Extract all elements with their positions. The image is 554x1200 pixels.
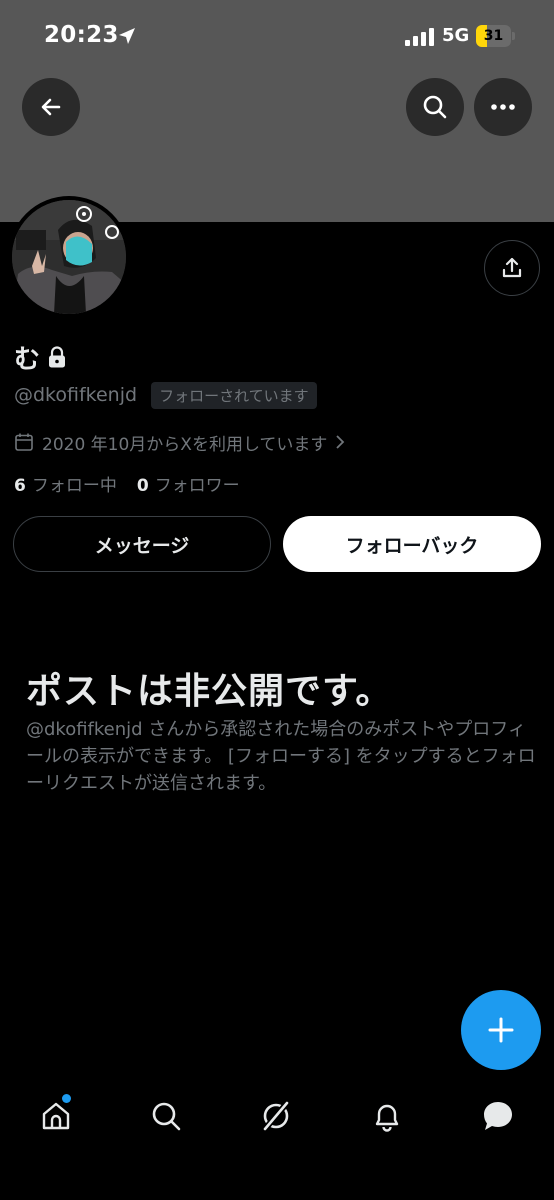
battery-icon: 31 xyxy=(476,25,516,47)
followers-count: 0 xyxy=(136,475,149,496)
location-arrow-icon xyxy=(119,28,135,44)
avatar[interactable] xyxy=(8,196,130,318)
follows-you-badge: フォローされています xyxy=(151,381,317,409)
following-label: フォロー中 xyxy=(31,475,117,496)
battery-level: 31 xyxy=(483,28,504,44)
chevron-right-icon xyxy=(336,435,345,449)
bottom-navigation xyxy=(0,1080,554,1152)
followers-link[interactable]: 0 フォロワー xyxy=(137,471,240,496)
user-handle: @dkofifkenjd xyxy=(14,384,138,406)
protected-posts-description: @dkofifkenjd さんから承認された場合のみポストやプロフィールの表示が… xyxy=(26,719,536,794)
messages-icon xyxy=(484,1102,512,1130)
status-time: 20:23 xyxy=(44,22,119,48)
profile-photo xyxy=(12,200,126,314)
status-bar: 20:23 5G 31 xyxy=(0,0,554,74)
nav-search[interactable] xyxy=(148,1098,184,1134)
lock-icon xyxy=(49,346,66,368)
protected-posts-title: ポストは非公開です。 xyxy=(26,671,393,712)
notifications-icon xyxy=(375,1104,399,1132)
following-link[interactable]: 6 フォロー中 xyxy=(14,471,117,496)
joined-date-text: 2020 年10月からXを利用しています xyxy=(42,434,328,455)
search-button[interactable] xyxy=(406,78,464,136)
follow-stats: 6 フォロー中 0 フォロワー xyxy=(14,470,240,496)
display-name: む xyxy=(14,344,41,375)
followers-label: フォロワー xyxy=(154,475,240,496)
share-icon xyxy=(502,257,522,278)
search-icon xyxy=(152,1102,181,1131)
share-button[interactable] xyxy=(484,240,540,296)
nav-notifications[interactable] xyxy=(369,1098,405,1134)
handle-row: @dkofifkenjd フォローされています xyxy=(14,380,317,410)
nav-grok[interactable] xyxy=(258,1098,294,1134)
calendar-icon xyxy=(15,433,33,451)
profile-screen: 20:23 5G 31 む @dkofifkenjd フォローされています 20… xyxy=(0,0,554,1200)
search-icon xyxy=(423,95,447,119)
compose-post-button[interactable] xyxy=(461,990,541,1070)
home-icon xyxy=(42,1102,70,1130)
arrow-left-icon xyxy=(41,98,61,116)
following-count: 6 xyxy=(14,475,26,496)
nav-messages[interactable] xyxy=(480,1098,516,1134)
joined-date[interactable]: 2020 年10月からXを利用しています xyxy=(14,428,345,456)
plus-icon xyxy=(488,1017,514,1043)
back-button[interactable] xyxy=(22,78,80,136)
message-button[interactable]: メッセージ xyxy=(13,516,271,572)
cellular-signal-icon xyxy=(405,28,434,46)
more-button[interactable] xyxy=(474,78,532,136)
nav-home[interactable] xyxy=(38,1098,74,1134)
notification-dot xyxy=(62,1094,71,1103)
network-type: 5G xyxy=(442,25,470,46)
follow-back-button[interactable]: フォローバック xyxy=(283,516,541,572)
name-row: む xyxy=(14,340,66,375)
more-horizontal-icon xyxy=(491,104,515,110)
grok-icon xyxy=(262,1101,290,1131)
